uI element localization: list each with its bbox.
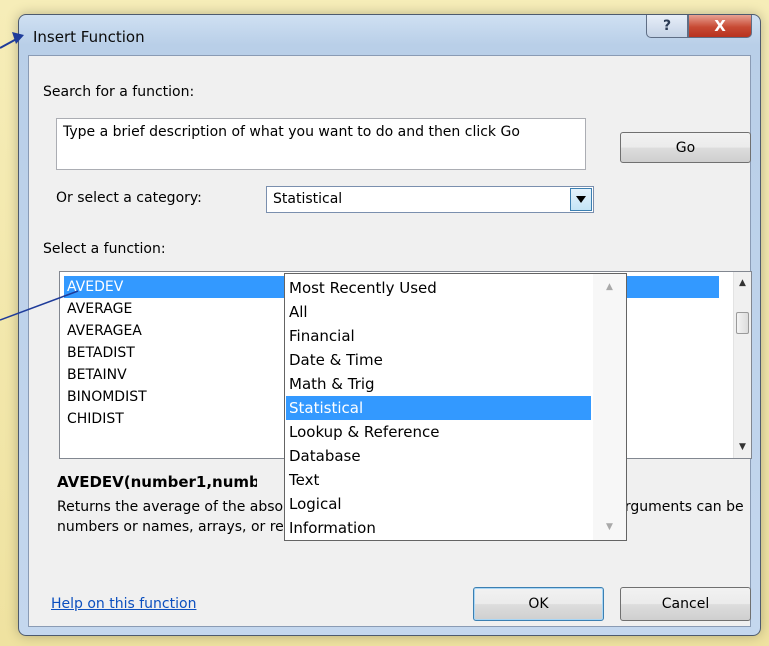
- screenshot-stage: Insert Function ? X Search for a functio…: [0, 0, 769, 646]
- annotation-callouts: [0, 32, 79, 321]
- callout-pointer-line: [0, 290, 79, 321]
- arrow-icon: [12, 32, 24, 44]
